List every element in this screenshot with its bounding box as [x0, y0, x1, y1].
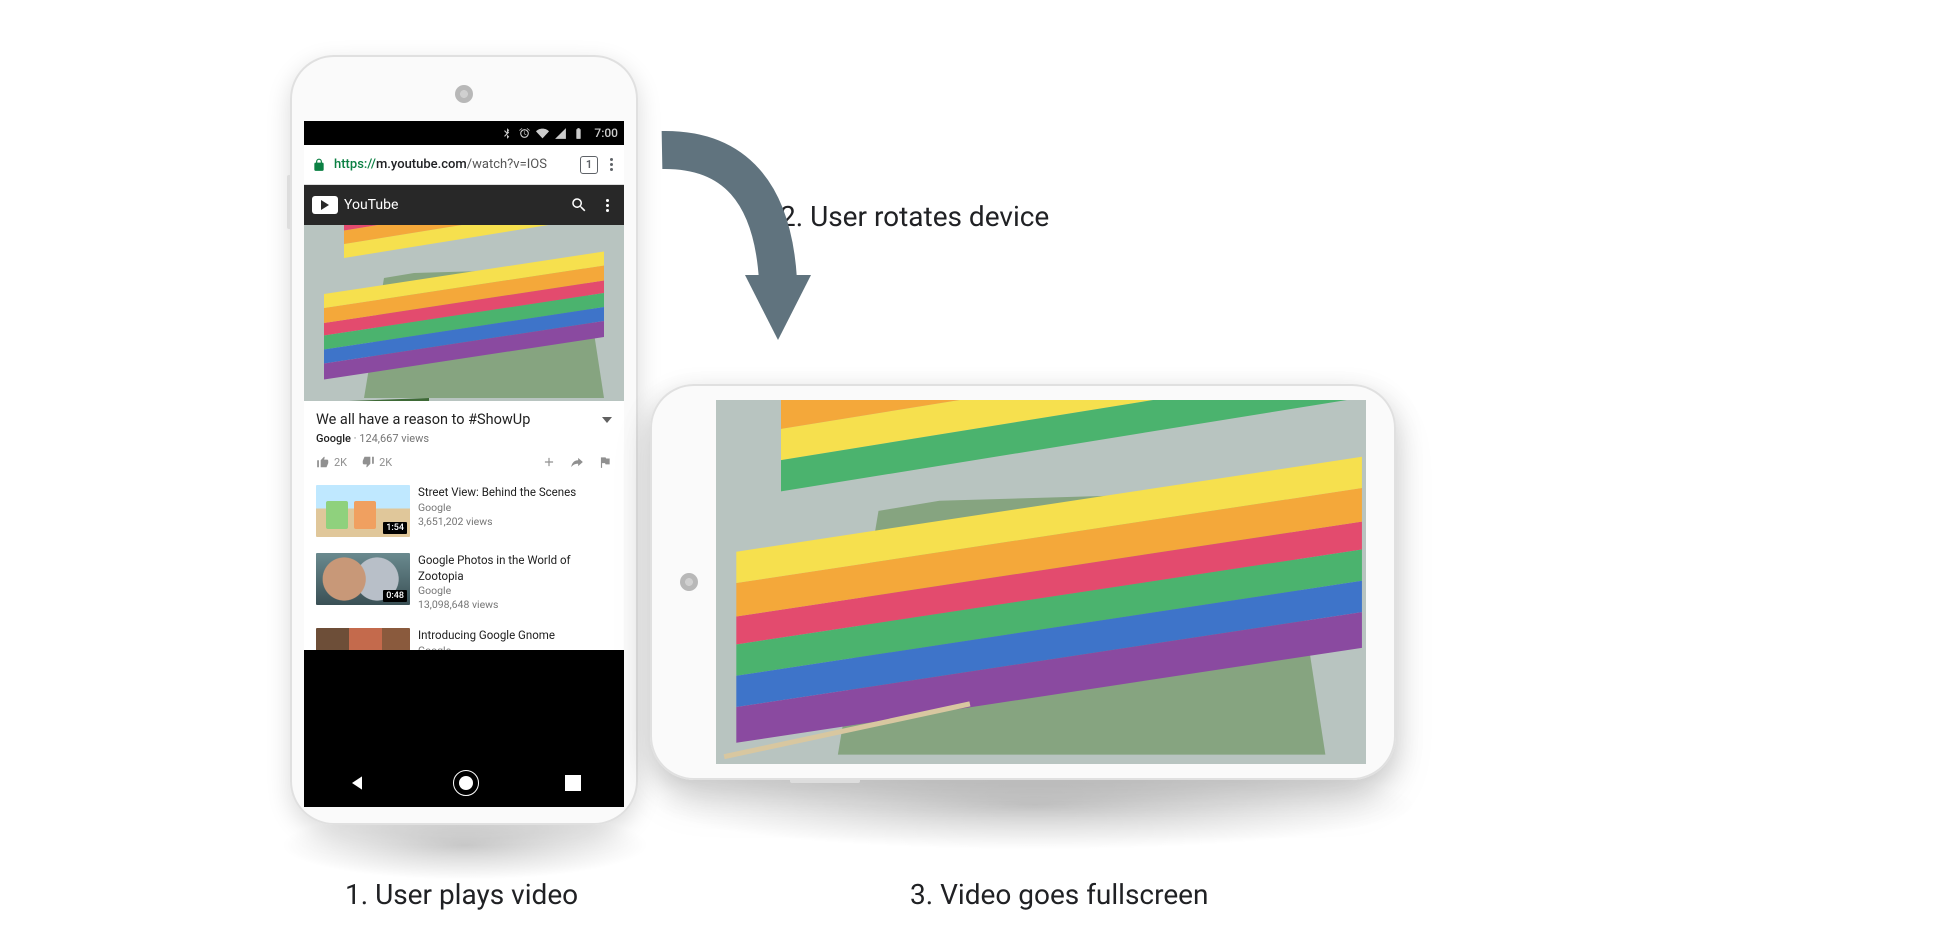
- phone-side-button: [287, 175, 290, 229]
- video-meta: We all have a reason to #ShowUp Google ·…: [304, 401, 624, 477]
- video-title: We all have a reason to #ShowUp: [316, 411, 594, 428]
- url-text: https://m.youtube.com/watch?v=IOS: [334, 157, 576, 172]
- related-item[interactable]: Introducing Google Gnome Google: [304, 620, 624, 650]
- share-icon[interactable]: [570, 455, 584, 469]
- android-status-bar: 7:00: [304, 121, 624, 145]
- related-channel: Google: [418, 584, 612, 598]
- expand-description-icon[interactable]: [602, 417, 612, 423]
- youtube-play-icon: [312, 196, 338, 214]
- nav-home-icon[interactable]: [453, 770, 479, 796]
- related-videos-list: 1:54 Street View: Behind the Scenes Goog…: [304, 477, 624, 650]
- like-button[interactable]: 2K: [316, 455, 347, 469]
- nav-recents-icon[interactable]: [565, 775, 581, 791]
- phone-portrait-screen: 7:00 https://m.youtube.com/watch?v=IOS 1…: [304, 121, 624, 807]
- related-channel: Google: [418, 501, 576, 515]
- dislike-button[interactable]: 2K: [361, 455, 392, 469]
- phone-speaker: [455, 85, 473, 103]
- phone-portrait-frame: 7:00 https://m.youtube.com/watch?v=IOS 1…: [290, 55, 638, 825]
- thumbs-down-icon: [361, 455, 375, 469]
- duration-badge: 1:54: [383, 522, 407, 534]
- youtube-header: YouTube: [304, 185, 624, 225]
- channel-name[interactable]: Google: [316, 432, 351, 445]
- phone-speaker: [680, 573, 698, 591]
- android-nav-bar: [304, 759, 624, 807]
- battery-icon: [572, 127, 585, 140]
- signal-icon: [554, 127, 567, 140]
- step-1-caption: 1. User plays video: [345, 878, 578, 911]
- search-icon[interactable]: [570, 196, 588, 214]
- youtube-brand-text: YouTube: [344, 197, 398, 213]
- add-to-icon[interactable]: [542, 455, 556, 469]
- related-thumbnail: [316, 628, 410, 650]
- related-item[interactable]: 1:54 Street View: Behind the Scenes Goog…: [304, 477, 624, 545]
- lock-icon: [312, 158, 326, 172]
- phone-landscape-frame: [650, 384, 1396, 780]
- step-3-caption: 3. Video goes fullscreen: [910, 878, 1208, 911]
- wifi-icon: [536, 127, 549, 140]
- view-count: 124,667 views: [359, 432, 429, 445]
- duration-badge: 0:48: [383, 590, 407, 602]
- browser-menu-icon[interactable]: [602, 153, 620, 177]
- video-player[interactable]: [304, 225, 624, 401]
- browser-omnibox[interactable]: https://m.youtube.com/watch?v=IOS 1: [304, 145, 624, 185]
- thumbs-up-icon: [316, 455, 330, 469]
- flag-icon[interactable]: [598, 455, 612, 469]
- status-time: 7:00: [594, 126, 618, 140]
- youtube-logo[interactable]: YouTube: [312, 196, 398, 214]
- related-views: 13,098,648 views: [418, 598, 612, 612]
- related-title: Introducing Google Gnome: [418, 628, 555, 644]
- phone-side-button: [790, 780, 860, 783]
- related-thumbnail: 1:54: [316, 485, 410, 537]
- phone-landscape-screen[interactable]: [716, 400, 1366, 764]
- related-title: Google Photos in the World of Zootopia: [418, 553, 612, 584]
- tabs-button[interactable]: 1: [580, 156, 598, 174]
- rotate-arrow-icon: [640, 130, 840, 350]
- related-views: 3,651,202 views: [418, 515, 576, 529]
- youtube-menu-icon[interactable]: [598, 193, 616, 217]
- alarm-icon: [518, 127, 531, 140]
- related-thumbnail: 0:48: [316, 553, 410, 605]
- bluetooth-icon: [500, 127, 513, 140]
- related-item[interactable]: 0:48 Google Photos in the World of Zooto…: [304, 545, 624, 620]
- related-title: Street View: Behind the Scenes: [418, 485, 576, 501]
- related-channel: Google: [418, 644, 555, 650]
- nav-back-icon[interactable]: [347, 773, 367, 793]
